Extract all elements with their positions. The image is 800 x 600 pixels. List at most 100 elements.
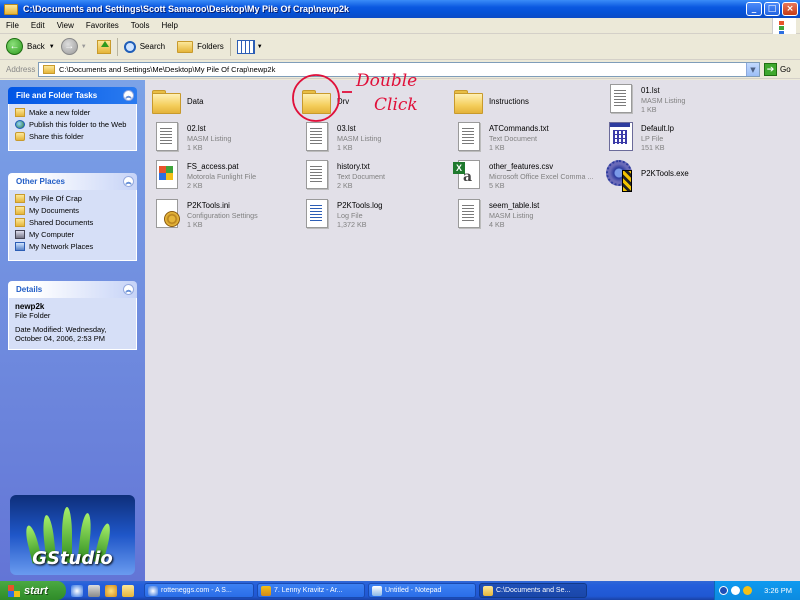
application-gear-icon xyxy=(604,158,636,192)
file-size: 4 KB xyxy=(489,220,505,229)
file-item-03-lst[interactable]: 03.lst MASM Listing 1 KB xyxy=(300,120,381,153)
file-item-02-lst[interactable]: 02.lst MASM Listing 1 KB xyxy=(150,120,231,153)
folder-icon xyxy=(15,194,25,203)
menu-favorites[interactable]: Favorites xyxy=(80,21,125,30)
taskbar-button-explorer[interactable]: C:\Documents and Se... xyxy=(479,583,587,598)
file-item-drv[interactable]: Drv xyxy=(300,84,349,116)
task-make-new-folder[interactable]: Make a new folder xyxy=(15,108,130,117)
file-size: 1 KB xyxy=(187,143,203,152)
other-places-panel: Other Places ︽ My Pile Of Crap My Docume… xyxy=(8,173,137,261)
taskbar-button-notepad[interactable]: Untitled - Notepad xyxy=(368,583,476,598)
menu-view[interactable]: View xyxy=(51,21,80,30)
tray-volume-icon[interactable] xyxy=(731,586,740,595)
place-my-computer[interactable]: My Computer xyxy=(15,230,130,239)
address-dropdown-button[interactable]: ▼ xyxy=(746,63,759,76)
file-name: 02.lst xyxy=(187,124,206,133)
chevron-down-icon[interactable]: ▼ xyxy=(49,44,55,50)
forward-button[interactable]: → ▼ xyxy=(60,38,87,55)
folders-button[interactable]: Folders xyxy=(177,40,224,53)
file-name: 03.lst xyxy=(337,124,356,133)
up-button[interactable] xyxy=(96,39,111,54)
file-size: 2 KB xyxy=(187,181,203,190)
folders-label: Folders xyxy=(197,42,224,51)
address-input[interactable]: C:\Documents and Settings\Me\Desktop\My … xyxy=(38,62,760,77)
title-bar[interactable]: C:\Documents and Settings\Scott Samaroo\… xyxy=(0,0,800,18)
close-button[interactable]: × xyxy=(782,2,798,16)
browser-icon xyxy=(148,585,158,596)
go-button[interactable]: ➔ Go xyxy=(764,63,791,76)
document-icon xyxy=(452,197,484,229)
task-share-folder[interactable]: Share this folder xyxy=(15,132,130,141)
maximize-button[interactable]: □ xyxy=(764,2,780,16)
file-name: Instructions xyxy=(489,97,529,106)
file-size: 1 KB xyxy=(187,220,203,229)
file-item-data[interactable]: Data xyxy=(150,84,203,116)
file-item-p2ktools-ini[interactable]: P2KTools.ini Configuration Settings 1 KB xyxy=(150,197,258,230)
place-my-documents[interactable]: My Documents xyxy=(15,206,130,215)
file-type: Configuration Settings xyxy=(187,210,258,220)
file-item-p2ktools-log[interactable]: P2KTools.log Log File 1,372 KB xyxy=(300,197,383,230)
window-title: C:\Documents and Settings\Scott Samaroo\… xyxy=(23,4,350,14)
file-type: MASM Listing xyxy=(489,210,534,220)
file-type: MASM Listing xyxy=(187,133,232,143)
collapse-chevron-icon[interactable]: ︽ xyxy=(123,284,134,295)
taskbar-button-rotteneggs[interactable]: rotteneggs.com - A S... xyxy=(144,583,254,598)
quicklaunch-ie-icon[interactable] xyxy=(71,584,83,597)
minimize-button[interactable]: _ xyxy=(746,2,762,16)
file-item-default-lp[interactable]: Default.lp LP File 151 KB xyxy=(604,120,674,153)
back-label: Back xyxy=(27,42,45,51)
chevron-down-icon[interactable]: ▼ xyxy=(81,44,87,50)
chevron-down-icon[interactable]: ▼ xyxy=(257,44,263,50)
file-name: other_features.csv xyxy=(489,162,554,171)
go-arrow-icon: ➔ xyxy=(764,63,777,76)
file-size: 151 KB xyxy=(641,143,665,152)
menu-tools[interactable]: Tools xyxy=(125,21,156,30)
log-file-icon xyxy=(300,197,332,229)
file-item-fs-access-pat[interactable]: FS_access.pat Motorola Funlight File 2 KB xyxy=(150,158,256,191)
panel-header[interactable]: File and Folder Tasks ︽ xyxy=(8,87,137,104)
tray-security-shield-icon[interactable] xyxy=(743,586,752,595)
collapse-chevron-icon[interactable]: ︽ xyxy=(123,176,134,187)
tray-network-icon[interactable] xyxy=(719,586,728,595)
file-item-atcommands-txt[interactable]: ATCommands.txt Text Document 1 KB xyxy=(452,120,549,153)
taskbar-button-lenny-kravitz[interactable]: 7. Lenny Kravitz - Ar... xyxy=(257,583,365,598)
back-button[interactable]: ← Back ▼ xyxy=(6,38,55,55)
forward-arrow-icon: → xyxy=(60,38,78,55)
share-icon xyxy=(15,132,25,141)
menu-edit[interactable]: Edit xyxy=(25,21,51,30)
start-button[interactable]: start xyxy=(0,581,66,600)
search-button[interactable]: Search xyxy=(123,40,165,53)
taskbar-button-label: rotteneggs.com - A S... xyxy=(161,587,232,594)
file-item-p2ktools-exe[interactable]: P2KTools.exe xyxy=(604,158,689,192)
views-button[interactable]: ▼ xyxy=(236,39,263,54)
place-my-pile-of-crap[interactable]: My Pile Of Crap xyxy=(15,194,130,203)
file-item-instructions[interactable]: Instructions xyxy=(452,84,529,116)
file-item-01-lst[interactable]: 01.lst MASM Listing 1 KB xyxy=(604,82,685,115)
panel-title: Details xyxy=(16,285,43,294)
windows-flag-icon xyxy=(8,584,20,597)
collapse-chevron-icon[interactable]: ︽ xyxy=(123,90,134,101)
file-item-history-txt[interactable]: history.txt Text Document 2 KB xyxy=(300,158,385,191)
detail-name: newp2k xyxy=(15,302,45,311)
panel-header[interactable]: Other Places ︽ xyxy=(8,173,137,190)
quicklaunch-media-icon[interactable] xyxy=(105,584,117,597)
file-item-other-features-csv[interactable]: X other_features.csvMicrosoft Office Exc… xyxy=(452,158,594,191)
quicklaunch-desktop-icon[interactable] xyxy=(88,584,100,597)
quicklaunch-explorer-icon[interactable] xyxy=(122,584,134,597)
panel-header[interactable]: Details ︽ xyxy=(8,281,137,298)
file-size: 1 KB xyxy=(641,105,657,114)
place-my-network-places[interactable]: My Network Places xyxy=(15,242,130,251)
file-size: 1 KB xyxy=(337,143,353,152)
panel-title: Other Places xyxy=(16,177,65,186)
menu-help[interactable]: Help xyxy=(155,21,183,30)
file-item-seem-table-lst[interactable]: seem_table.lst MASM Listing 4 KB xyxy=(452,197,539,230)
file-name: P2KTools.log xyxy=(337,201,383,210)
taskbar-button-label: Untitled - Notepad xyxy=(385,587,442,594)
computer-icon xyxy=(15,230,25,239)
place-shared-documents[interactable]: Shared Documents xyxy=(15,218,130,227)
task-publish-to-web[interactable]: Publish this folder to the Web xyxy=(15,120,130,129)
menu-file[interactable]: File xyxy=(0,21,25,30)
taskbar-button-label: C:\Documents and Se... xyxy=(496,587,571,594)
toolbar: ← Back ▼ → ▼ Search Folders ▼ xyxy=(0,34,800,60)
new-folder-icon xyxy=(15,108,25,117)
